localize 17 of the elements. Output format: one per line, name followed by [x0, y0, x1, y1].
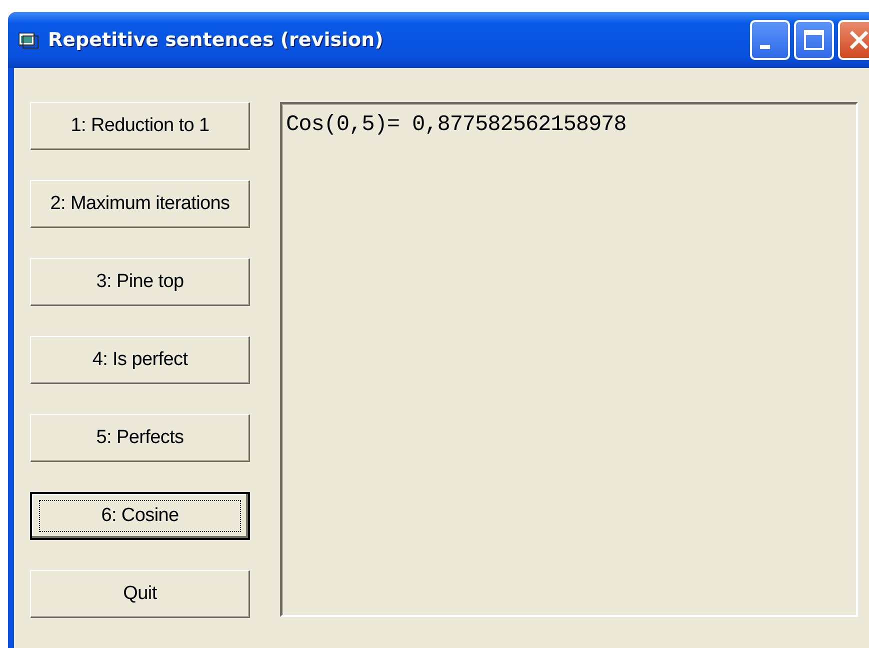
action-button[interactable]: 1: Reduction to 1: [30, 102, 250, 150]
app-icon: [18, 31, 40, 49]
minimize-button[interactable]: [750, 20, 790, 60]
window-title: Repetitive sentences (revision): [48, 29, 384, 51]
maximize-icon: [803, 29, 825, 51]
output-text-box[interactable]: Cos(0,5)= 0,877582562158978: [280, 102, 858, 617]
action-button[interactable]: Quit: [30, 570, 250, 618]
action-button[interactable]: 5: Perfects: [30, 414, 250, 462]
minimize-icon: [760, 45, 770, 49]
close-button[interactable]: [838, 20, 869, 60]
close-icon: [848, 29, 869, 51]
action-button[interactable]: 2: Maximum iterations: [30, 180, 250, 228]
action-button[interactable]: 3: Pine top: [30, 258, 250, 306]
output-line: Cos(0,5)= 0,877582562158978: [286, 112, 628, 137]
maximize-button[interactable]: [794, 20, 834, 60]
action-button[interactable]: 6: Cosine: [30, 492, 250, 540]
action-button[interactable]: 4: Is perfect: [30, 336, 250, 384]
